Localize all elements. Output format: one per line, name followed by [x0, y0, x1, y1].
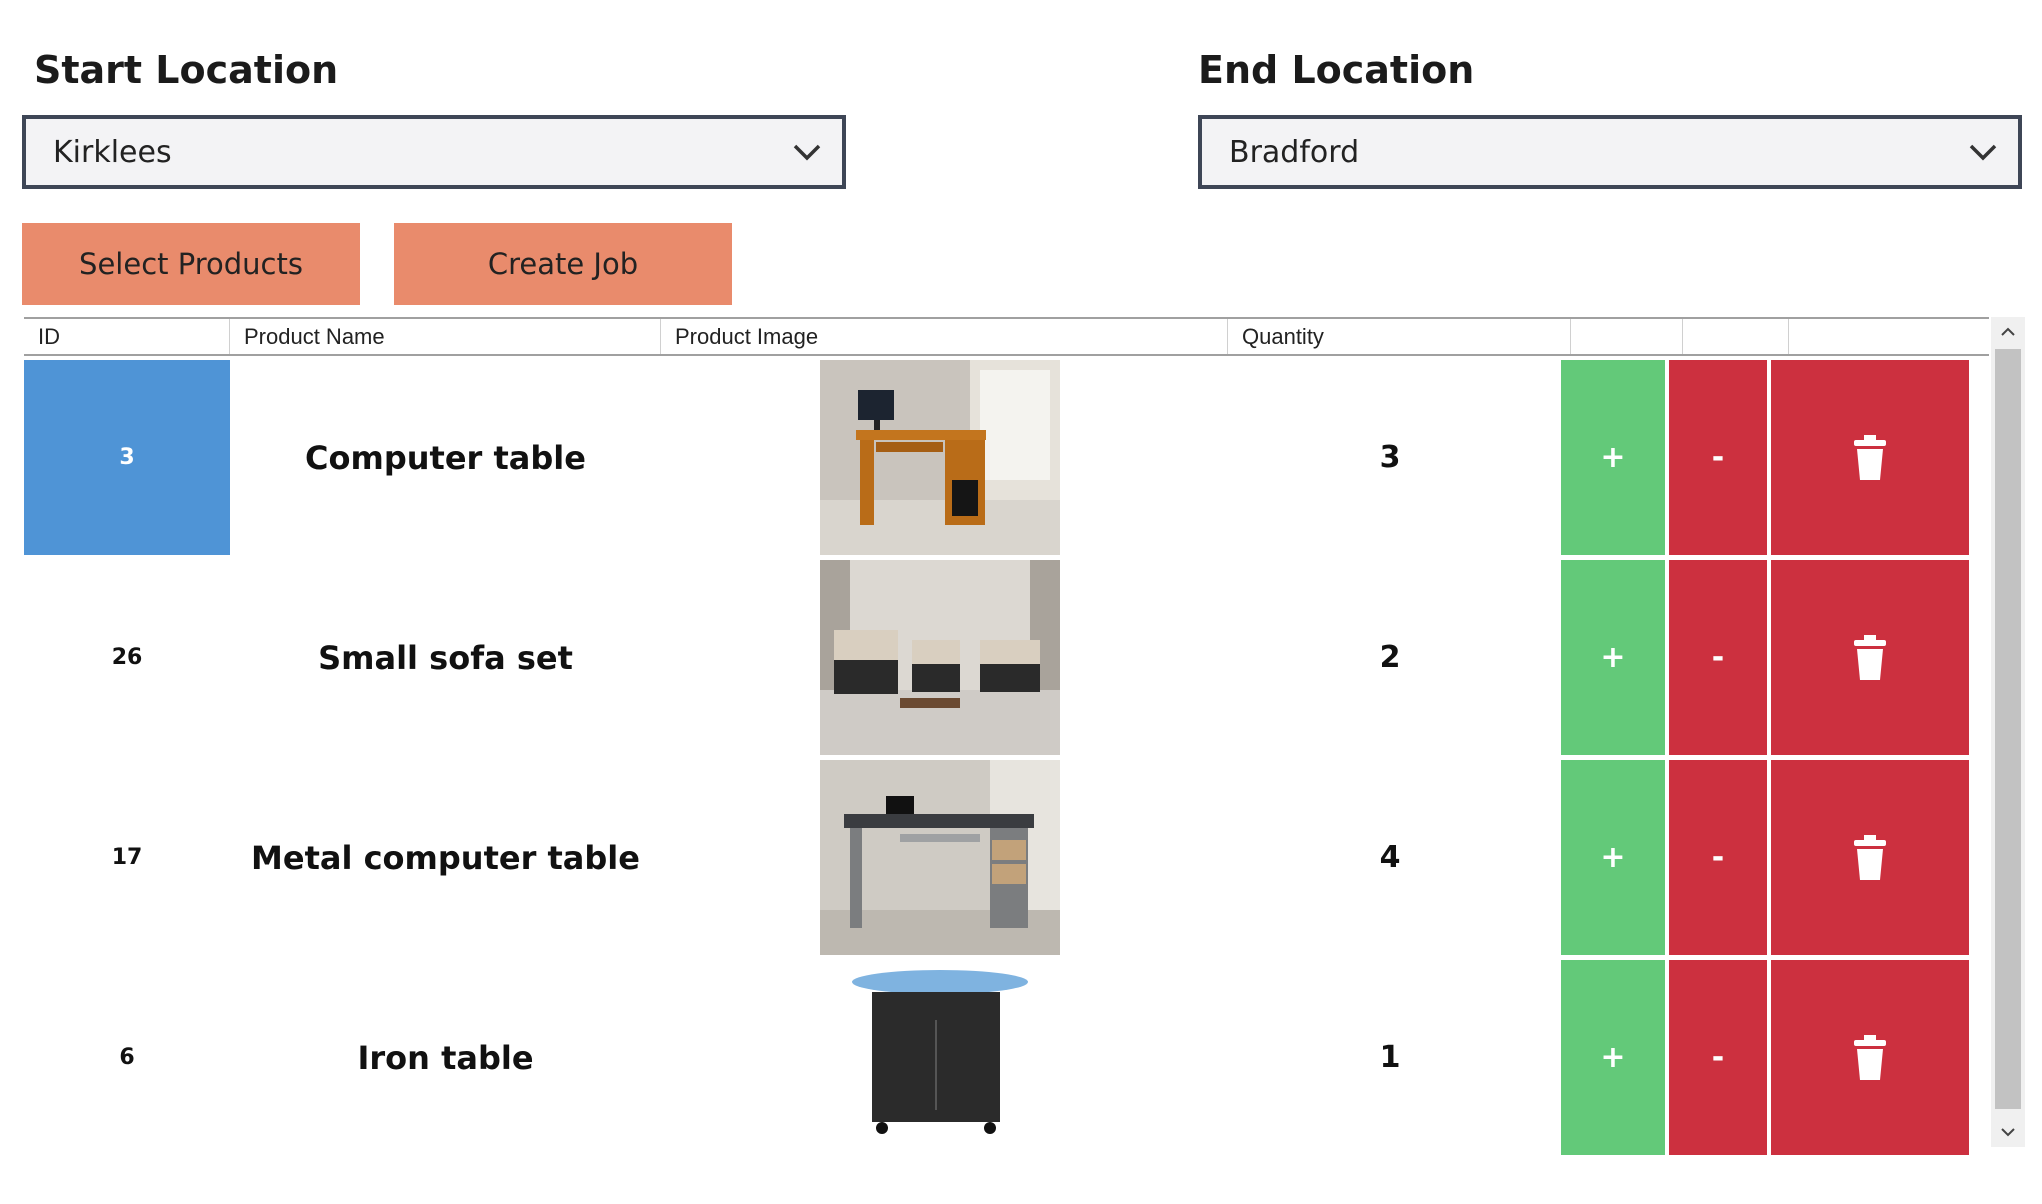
end-location-label: End Location [1198, 48, 1475, 92]
header-quantity[interactable]: Quantity [1228, 319, 1571, 354]
decrease-button[interactable]: - [1669, 560, 1771, 755]
grid-header: ID Product Name Product Image Quantity [24, 317, 1989, 356]
scrollbar-thumb[interactable] [1995, 349, 2021, 1109]
metal-desk-image [661, 760, 1219, 955]
chevron-down-icon[interactable] [772, 119, 842, 185]
table-row[interactable]: 26 Small sofa set 2 + - [24, 560, 1989, 755]
delete-button[interactable] [1771, 560, 1969, 755]
trash-icon [1854, 1034, 1886, 1080]
header-product-name[interactable]: Product Name [230, 319, 661, 354]
products-grid: ID Product Name Product Image Quantity 3… [24, 317, 1989, 1155]
scroll-up-icon[interactable] [1991, 317, 2025, 347]
table-row[interactable]: 6 Iron table 1 + - [24, 960, 1989, 1155]
start-location-value: Kirklees [53, 134, 172, 170]
increase-button[interactable]: + [1561, 360, 1669, 555]
select-products-button[interactable]: Select Products [22, 223, 360, 305]
row-quantity: 4 [1379, 840, 1401, 875]
header-id[interactable]: ID [24, 319, 230, 354]
decrease-button[interactable]: - [1669, 760, 1771, 955]
scroll-down-icon[interactable] [1991, 1117, 2025, 1147]
decrease-button[interactable]: - [1669, 960, 1771, 1155]
iron-table-image [661, 960, 1219, 1155]
row-quantity: 3 [1379, 440, 1401, 475]
increase-button[interactable]: + [1561, 960, 1669, 1155]
header-product-image[interactable]: Product Image [661, 319, 1228, 354]
delete-button[interactable] [1771, 960, 1969, 1155]
row-product-name: Metal computer table [251, 838, 640, 877]
row-product-name: Iron table [357, 1038, 534, 1077]
increase-button[interactable]: + [1561, 560, 1669, 755]
start-location-select[interactable]: Kirklees [22, 115, 846, 189]
sofa-set-image [661, 560, 1219, 755]
trash-icon [1854, 834, 1886, 880]
create-job-button[interactable]: Create Job [394, 223, 732, 305]
end-location-select[interactable]: Bradford [1198, 115, 2022, 189]
end-location-value: Bradford [1229, 134, 1360, 170]
table-row[interactable]: 3 Computer table 3 + - [24, 360, 1989, 555]
header-plus[interactable] [1571, 319, 1683, 354]
start-location-label: Start Location [34, 48, 339, 92]
header-minus[interactable] [1683, 319, 1789, 354]
delete-button[interactable] [1771, 360, 1969, 555]
row-id: 3 [24, 360, 230, 555]
row-quantity: 1 [1379, 1040, 1401, 1075]
header-delete[interactable] [1789, 319, 1989, 354]
row-id: 26 [111, 645, 143, 670]
delete-button[interactable] [1771, 760, 1969, 955]
trash-icon [1854, 434, 1886, 480]
row-product-name: Computer table [305, 438, 586, 477]
decrease-button[interactable]: - [1669, 360, 1771, 555]
table-row[interactable]: 17 Metal computer table 4 + - [24, 760, 1989, 955]
trash-icon [1854, 634, 1886, 680]
vertical-scrollbar[interactable] [1991, 317, 2025, 1147]
row-product-name: Small sofa set [318, 638, 573, 677]
row-id: 6 [119, 1045, 135, 1070]
computer-table-image [661, 360, 1219, 555]
chevron-down-icon[interactable] [1948, 119, 2018, 185]
row-quantity: 2 [1379, 640, 1401, 675]
row-id: 17 [111, 845, 143, 870]
increase-button[interactable]: + [1561, 760, 1669, 955]
